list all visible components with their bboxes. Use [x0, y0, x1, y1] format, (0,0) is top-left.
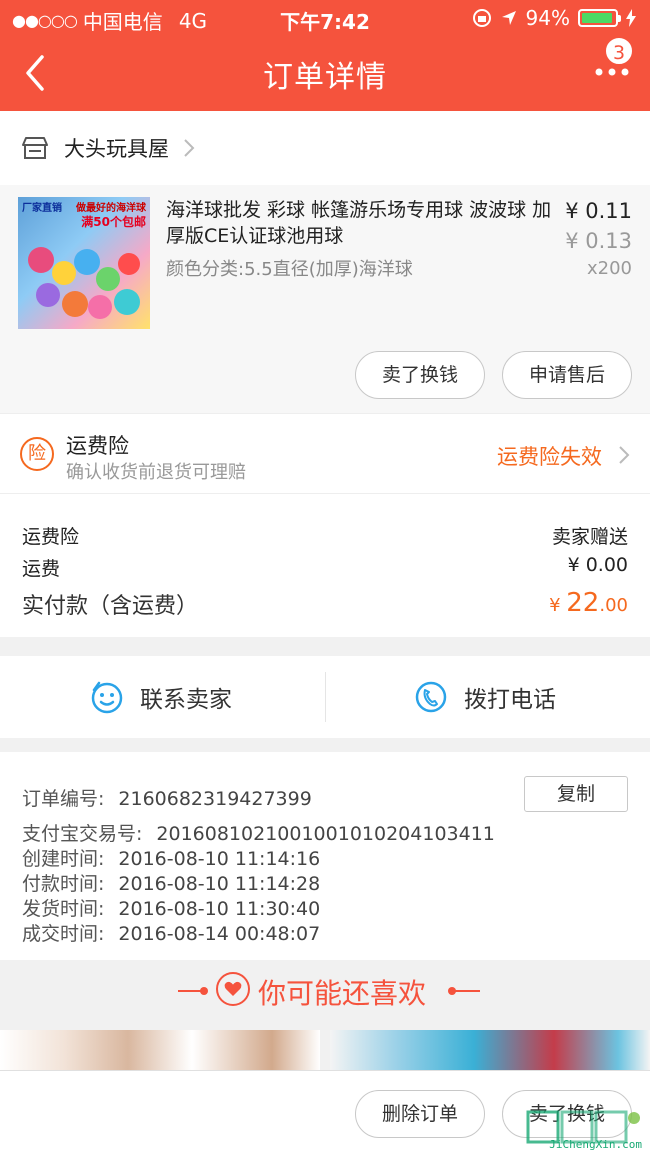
thumb-ball: [36, 283, 60, 307]
battery-percent: 94%: [525, 6, 570, 30]
decor-line: [452, 990, 480, 992]
chevron-right-icon: [619, 446, 630, 464]
alipay-number-value: 2016081021001001010204103411: [156, 823, 495, 845]
thumb-ball: [114, 289, 140, 315]
call-phone-button[interactable]: 拨打电话: [414, 656, 556, 738]
fee-label: 运费险: [22, 526, 80, 548]
thumb-ball: [52, 261, 76, 285]
order-number-row: 订单编号: 2160682319427399: [22, 784, 312, 811]
product-spec: 颜色分类:5.5直径(加厚)海洋球: [166, 259, 413, 280]
paid-time-row: 付款时间: 2016-08-10 11:14:28: [22, 869, 320, 896]
fee-row-total: 实付款（含运费） ¥ 22.00: [22, 588, 628, 620]
more-menu-icon[interactable]: [594, 66, 630, 78]
insurance-subtitle: 确认收货前退货可理赔: [66, 462, 246, 483]
total-amount: ¥ 22.00: [549, 588, 628, 618]
orientation-lock-icon: [472, 9, 491, 27]
fee-summary: 运费险 卖家赠送 运费 ¥ 0.00 实付款（含运费） ¥ 22.00: [0, 493, 650, 637]
insurance-status[interactable]: 运费险失效: [497, 441, 602, 471]
product-item[interactable]: 厂家直销 做最好的海洋球 满50个包邮 海洋球批发 彩球 帐篷游乐场专用球 波波…: [0, 185, 650, 413]
phone-icon: [415, 681, 447, 713]
total-label: 实付款（含运费）: [22, 594, 199, 619]
recommend-card[interactable]: [0, 1030, 320, 1072]
battery-icon: [578, 9, 621, 27]
page-title: 订单详情: [263, 60, 387, 95]
chevron-right-icon: [184, 139, 195, 157]
store-icon: [22, 137, 48, 159]
message-count-badge: 3: [604, 36, 634, 66]
shipped-time-row: 发货时间: 2016-08-10 11:30:40: [22, 894, 320, 921]
recommend-title: 你可能还喜欢: [257, 977, 426, 1010]
created-time-row: 创建时间: 2016-08-10 11:14:16: [22, 844, 320, 871]
thumb-ball: [62, 291, 88, 317]
contact-seller-label: 联系卖家: [140, 687, 232, 713]
completed-time-value: 2016-08-14 00:48:07: [118, 923, 321, 945]
alipay-number-label: 支付宝交易号:: [22, 823, 143, 845]
shipped-time-label: 发货时间:: [22, 898, 105, 920]
status-bar-right: 94%: [472, 6, 636, 30]
delete-order-button[interactable]: 删除订单: [355, 1090, 485, 1138]
watermark-text: JiChengXin.com: [549, 1138, 642, 1151]
fee-row-shipping: 运费 ¥ 0.00: [22, 554, 628, 581]
recommend-header: 你可能还喜欢: [0, 960, 650, 1030]
shipping-insurance-row[interactable]: 险 运费险 确认收货前退货可理赔 运费险失效: [0, 413, 650, 493]
copy-button[interactable]: 复制: [524, 776, 628, 812]
product-quantity: x200: [586, 258, 632, 279]
charging-bolt-icon: [626, 9, 636, 27]
sell-for-cash-button[interactable]: 卖了换钱: [355, 351, 485, 399]
thumb-text: 满50个包邮: [81, 215, 146, 229]
product-price: ¥ 0.11: [565, 199, 632, 223]
thumb-text: 厂家直销: [22, 203, 62, 214]
order-number-label: 订单编号:: [22, 788, 105, 810]
total-currency: ¥: [549, 595, 567, 616]
thumb-ball: [118, 253, 140, 275]
created-time-value: 2016-08-10 11:14:16: [118, 848, 321, 870]
insurance-icon: 险: [20, 437, 54, 471]
thumb-text: 做最好的海洋球: [76, 203, 146, 214]
thumb-ball: [74, 249, 100, 275]
fee-value: ¥ 0.00: [567, 554, 628, 576]
shipped-time-value: 2016-08-10 11:30:40: [118, 898, 321, 920]
battery-fill: [582, 13, 613, 23]
fee-value: 卖家赠送: [551, 526, 628, 548]
paid-time-value: 2016-08-10 11:14:28: [118, 873, 321, 895]
contact-bar: 联系卖家 拨打电话: [0, 656, 650, 738]
apply-after-sale-button[interactable]: 申请售后: [502, 351, 632, 399]
fee-label: 运费: [22, 558, 61, 580]
total-integer: 22: [566, 588, 600, 618]
alipay-number-row: 支付宝交易号: 2016081021001001010204103411: [22, 819, 495, 846]
created-time-label: 创建时间:: [22, 848, 105, 870]
recommend-card[interactable]: [330, 1030, 650, 1072]
paid-time-label: 付款时间:: [22, 873, 105, 895]
contact-seller-button[interactable]: 联系卖家: [90, 656, 232, 738]
fee-row-insurance: 运费险 卖家赠送: [22, 522, 628, 549]
total-decimal: .00: [599, 595, 628, 616]
order-number-value: 2160682319427399: [118, 788, 312, 810]
status-bar: ●●○○○ 中国电信 4G 下午7:42 94%: [0, 0, 650, 36]
insurance-title: 运费险: [66, 434, 129, 458]
store-name: 大头玩具屋: [64, 137, 169, 161]
completed-time-row: 成交时间: 2016-08-14 00:48:07: [22, 919, 320, 946]
product-original-price: ¥ 0.13: [565, 229, 632, 253]
recommend-cards: [0, 1030, 650, 1072]
divider: [325, 672, 326, 722]
thumb-ball: [96, 267, 120, 291]
thumb-ball: [88, 295, 112, 319]
product-thumbnail[interactable]: 厂家直销 做最好的海洋球 满50个包邮: [18, 197, 150, 329]
location-arrow-icon: [501, 11, 516, 25]
thumb-ball: [28, 247, 54, 273]
order-info: 订单编号: 2160682319427399 复制 支付宝交易号: 20160810…: [0, 752, 650, 960]
call-phone-label: 拨打电话: [464, 687, 556, 713]
completed-time-label: 成交时间:: [22, 923, 105, 945]
store-row[interactable]: 大头玩具屋: [0, 111, 650, 185]
top-bar: ●●○○○ 中国电信 4G 下午7:42 94% 订单详情 3: [0, 0, 650, 111]
chat-face-icon: [91, 681, 123, 714]
product-title[interactable]: 海洋球批发 彩球 帐篷游乐场专用球 波波球 加厚版CE认证球池用球: [166, 197, 552, 249]
